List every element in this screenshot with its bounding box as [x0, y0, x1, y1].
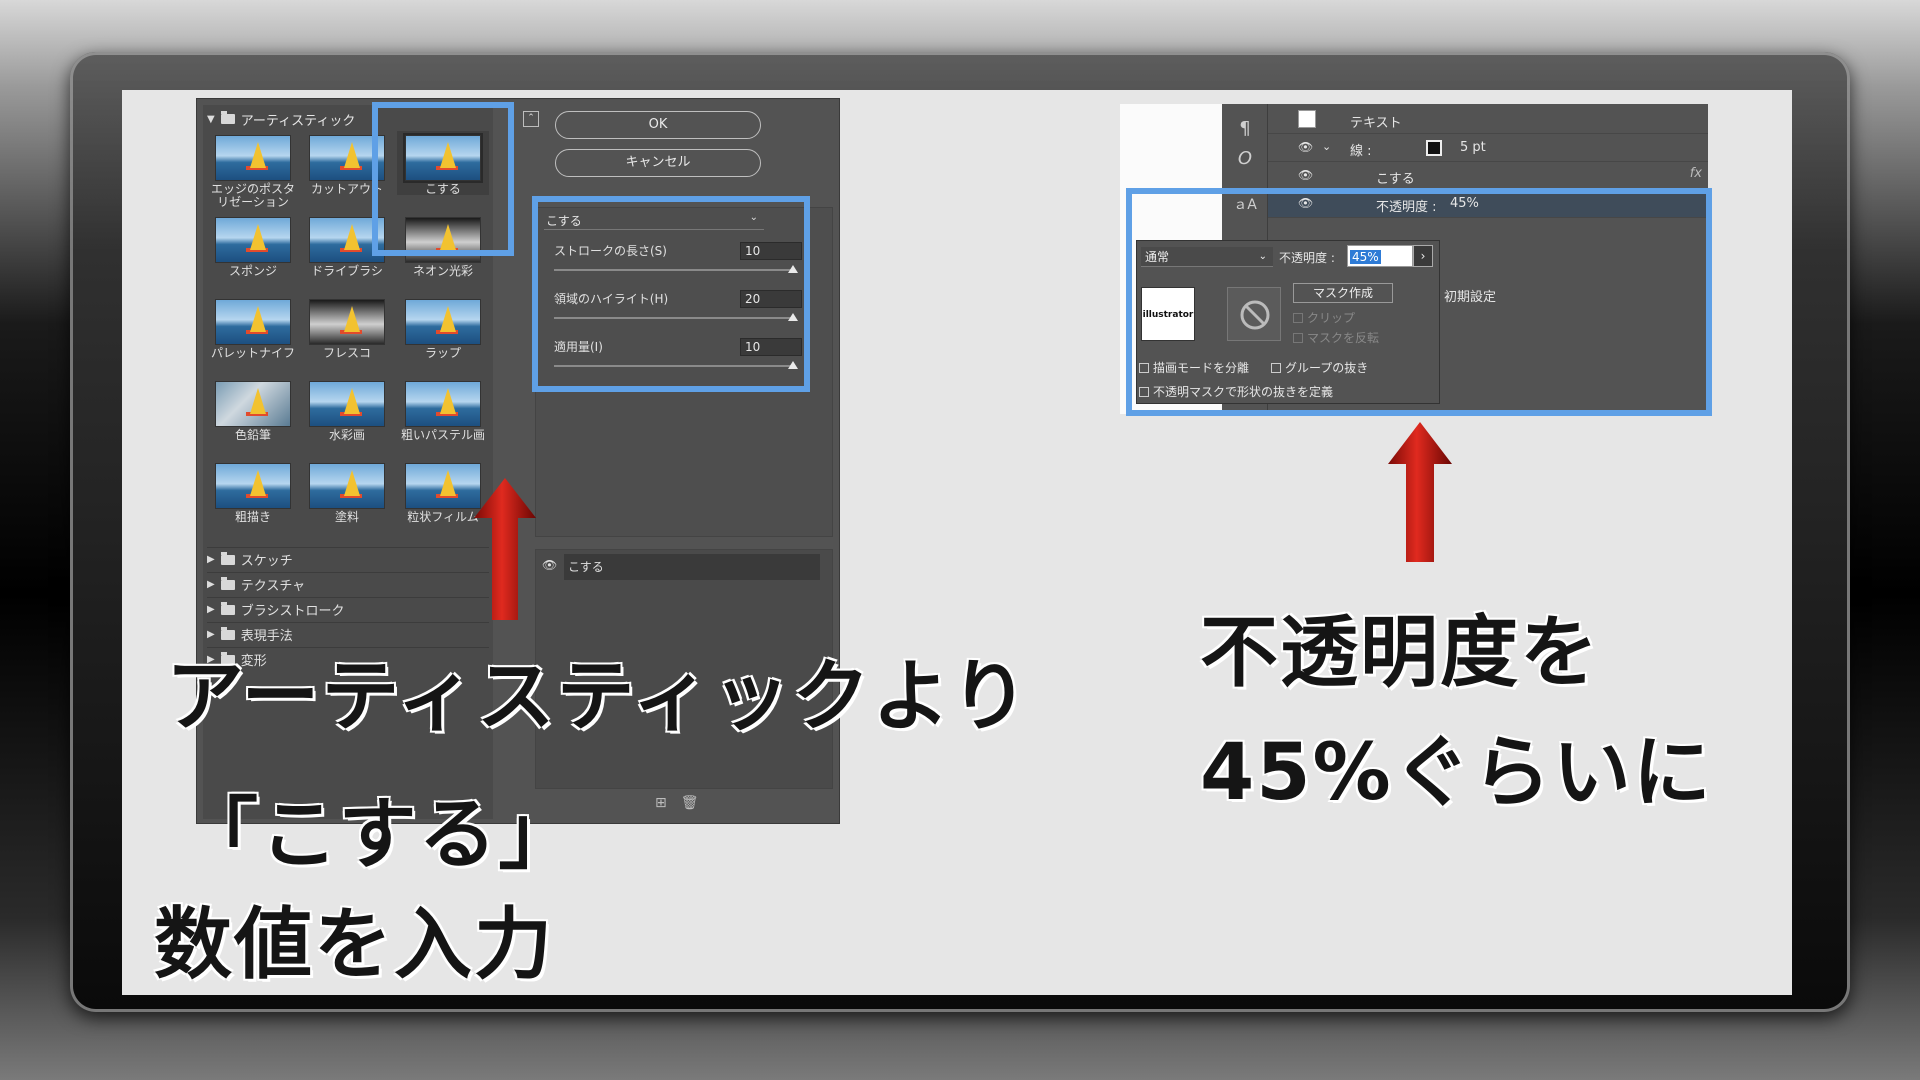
- highlight-box: [532, 196, 810, 392]
- filter-preview-image: [405, 463, 481, 509]
- category-label: アーティスティック: [240, 113, 356, 129]
- red-up-arrow-icon: [474, 478, 536, 620]
- filter-preview-image: [309, 463, 385, 509]
- folder-icon: [220, 601, 235, 615]
- caption-left-line3: 数値を入力: [154, 900, 555, 990]
- collapsed-triangle-icon: ▶: [207, 604, 215, 615]
- pilcrow-icon[interactable]: ¶: [1222, 118, 1268, 139]
- appearance-row-effect[interactable]: 👁 こする fx: [1268, 162, 1708, 190]
- filter-thumb-label: フレスコ: [322, 346, 371, 360]
- category-label: テクスチャ: [240, 579, 306, 594]
- category-label: スケッチ: [240, 554, 293, 569]
- filter-thumb-label: パレットナイフ: [210, 346, 295, 360]
- filter-thumb[interactable]: パレットナイフ: [207, 299, 299, 360]
- eye-icon[interactable]: 👁: [1298, 168, 1313, 182]
- stroke-weight[interactable]: 5 pt: [1460, 140, 1486, 155]
- filter-thumb-label: 塗料: [334, 510, 359, 524]
- caption-left-line2: 「こする」: [180, 790, 579, 880]
- filter-preview-image: [405, 381, 481, 427]
- fx-icon[interactable]: fx: [1690, 166, 1702, 181]
- category-label: ブラシストローク: [240, 604, 345, 619]
- filter-thumb[interactable]: スポンジ: [207, 217, 299, 278]
- filter-thumb-label: ネオン光彩: [412, 264, 473, 278]
- filter-thumb-label: ドライブラシ: [311, 264, 383, 278]
- filter-thumb[interactable]: ラップ: [397, 299, 489, 360]
- filter-thumb-label: 色鉛筆: [234, 428, 271, 442]
- filter-thumb-label: 粗いパステル画: [400, 428, 485, 442]
- filter-preview-image: [309, 381, 385, 427]
- fill-swatch[interactable]: [1298, 110, 1316, 128]
- row-label: こする: [1376, 172, 1415, 187]
- filter-thumb-label: 水彩画: [328, 428, 365, 442]
- collapse-panel-button[interactable]: ⌃: [523, 111, 539, 127]
- chevron-down-icon[interactable]: ⌄: [1322, 140, 1331, 153]
- filter-preview-image: [215, 299, 291, 345]
- folder-icon: [220, 551, 235, 565]
- filter-preview-image: [405, 299, 481, 345]
- effect-layer-row[interactable]: こする: [564, 554, 820, 580]
- row-label: 線 :: [1350, 144, 1372, 159]
- caption-right-line1: 不透明度を: [1200, 608, 1601, 698]
- filter-thumb-label: エッジのポスタリゼーション: [210, 182, 295, 209]
- collapsed-triangle-icon: ▶: [207, 554, 215, 565]
- trash-icon[interactable]: 🗑: [681, 795, 699, 811]
- new-layer-icon[interactable]: ⊞: [655, 795, 667, 811]
- stroke-swatch[interactable]: [1426, 140, 1442, 156]
- category-texture[interactable]: ▶ テクスチャ: [207, 572, 489, 596]
- category-brush-strokes[interactable]: ▶ ブラシストローク: [207, 597, 489, 621]
- category-artistic[interactable]: ▼ アーティスティック: [207, 109, 355, 129]
- row-label: テキスト: [1350, 116, 1402, 131]
- filter-thumb[interactable]: エッジのポスタリゼーション: [207, 135, 299, 209]
- filter-preview-image: [215, 381, 291, 427]
- filter-thumb-label: ラップ: [424, 346, 461, 360]
- ok-button[interactable]: OK: [555, 111, 761, 139]
- layer-actions: ⊞ 🗑: [655, 795, 699, 811]
- filter-thumb[interactable]: 色鉛筆: [207, 381, 299, 442]
- appearance-row-text[interactable]: テキスト: [1268, 106, 1708, 134]
- filter-thumb-label: 粗描き: [234, 510, 271, 524]
- eye-icon[interactable]: 👁: [542, 558, 557, 572]
- caption-right-line2: 45%ぐらいに: [1200, 728, 1713, 818]
- cancel-button[interactable]: キャンセル: [555, 149, 761, 177]
- folder-icon: [220, 576, 235, 590]
- filter-thumb[interactable]: 水彩画: [301, 381, 393, 442]
- filter-thumb[interactable]: 粗いパステル画: [397, 381, 489, 442]
- collapsed-triangle-icon: ▶: [207, 579, 215, 590]
- appearance-row-stroke[interactable]: 👁 ⌄ 線 : 5 pt: [1268, 134, 1708, 162]
- category-sketch[interactable]: ▶ スケッチ: [207, 547, 489, 571]
- folder-icon: [220, 111, 235, 124]
- filter-preview-image: [309, 299, 385, 345]
- filter-preview-image: [215, 135, 291, 181]
- filter-preview-image: [215, 217, 291, 263]
- filter-thumb[interactable]: フレスコ: [301, 299, 393, 360]
- filter-thumb-label: スポンジ: [228, 264, 277, 278]
- opentype-icon[interactable]: O: [1222, 148, 1268, 169]
- highlight-box: [1126, 188, 1712, 416]
- red-up-arrow-icon: [1388, 422, 1452, 562]
- highlight-box: [372, 102, 514, 256]
- filter-preview-image: [215, 463, 291, 509]
- filter-thumb[interactable]: 塗料: [301, 463, 393, 524]
- filter-thumb[interactable]: 粗描き: [207, 463, 299, 524]
- caption-left-line1: アーティスティックより: [166, 652, 1031, 742]
- eye-icon[interactable]: 👁: [1298, 140, 1313, 154]
- expand-triangle-icon: ▼: [207, 113, 215, 125]
